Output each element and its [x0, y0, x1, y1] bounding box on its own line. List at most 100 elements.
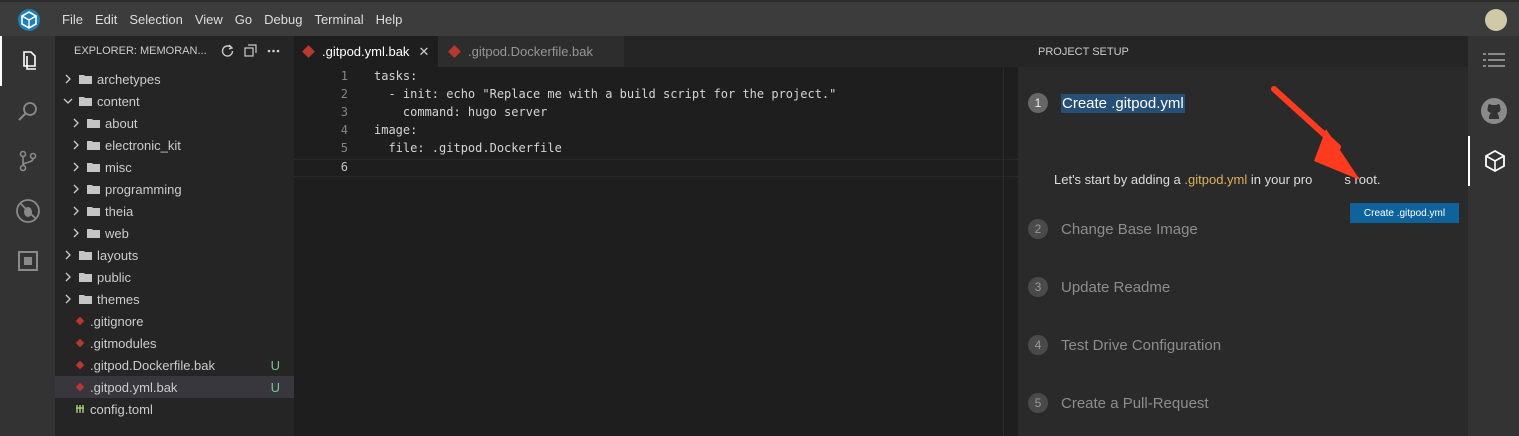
debug-icon[interactable] [0, 186, 55, 236]
editor-area: .gitpod.yml.bak ✕ .gitpod.Dockerfile.bak… [294, 36, 1018, 436]
tree-item[interactable]: .gitpod.Dockerfile.bak U [55, 354, 294, 376]
create-gitpod-yml-button[interactable]: Create .gitpod.yml [1350, 203, 1459, 223]
collapse-all-icon[interactable] [244, 44, 257, 57]
step-number: 1 [1028, 93, 1048, 113]
git-file-icon [75, 360, 85, 370]
git-file-icon [75, 382, 85, 392]
menu-item-selection[interactable]: Selection [123, 12, 188, 27]
step-change-base-image[interactable]: 2 Change Base Image [1028, 219, 1198, 239]
code-line: 6 [294, 159, 1018, 177]
git-status-badge: U [270, 379, 280, 395]
tree-item-label: about [105, 115, 138, 131]
menu-item-view[interactable]: View [189, 12, 229, 27]
step-title: Create a Pull-Request [1061, 394, 1209, 412]
line-number: 3 [340, 105, 348, 119]
github-icon[interactable] [1468, 86, 1519, 136]
tree-item-label: archetypes [97, 71, 161, 87]
tree-item[interactable]: layouts [55, 244, 294, 266]
tree-item-label: config.toml [90, 401, 153, 417]
folder-icon [79, 251, 92, 260]
tree-item[interactable]: .gitpod.yml.bak U [55, 376, 294, 398]
line-number: 5 [340, 141, 348, 155]
files-icon[interactable] [0, 36, 55, 86]
tree-item-label: .gitignore [90, 313, 144, 329]
menu-item-edit[interactable]: Edit [89, 12, 123, 27]
menu-item-file[interactable]: File [56, 12, 89, 27]
step-title: Test Drive Configuration [1061, 336, 1222, 354]
gitpod-logo-icon[interactable] [17, 8, 41, 32]
step-update-readme[interactable]: 3 Update Readme [1028, 277, 1170, 297]
chevron-right-icon [65, 250, 71, 260]
chevron-right-icon [65, 294, 71, 304]
tree-item-label: theia [105, 203, 134, 219]
step-create-gitpod-yml[interactable]: 1 Create .gitpod.yml [1028, 93, 1185, 113]
line-number: 4 [340, 123, 348, 137]
menu-item-debug[interactable]: Debug [258, 12, 308, 27]
tab-label: .gitpod.yml.bak [322, 44, 410, 59]
tree-item-label: layouts [97, 247, 139, 263]
tree-item-label: .gitpod.Dockerfile.bak [90, 357, 216, 373]
chevron-right-icon [73, 140, 79, 150]
tree-item-label: themes [97, 291, 140, 307]
tree-item[interactable]: .gitignore [55, 310, 294, 332]
tree-item-label: electronic_kit [105, 137, 181, 153]
tree-item[interactable]: public [55, 266, 294, 288]
tree-item[interactable]: theia [55, 200, 294, 222]
outline-icon[interactable] [1468, 36, 1519, 86]
settings-file-icon [76, 405, 84, 413]
git-file-icon [448, 45, 461, 58]
tree-item[interactable]: programming [55, 178, 294, 200]
folder-icon [87, 229, 100, 238]
tree-item[interactable]: misc [55, 156, 294, 178]
tree-item[interactable]: .gitmodules [55, 332, 294, 354]
project-setup-panel: PROJECT SETUP 1 Create .gitpod.yml Let's… [1018, 36, 1468, 436]
tree-item[interactable]: about [55, 112, 294, 134]
folder-icon [87, 207, 100, 216]
panel-title: PROJECT SETUP [1038, 46, 1129, 58]
tree-item[interactable]: config.toml [55, 398, 294, 420]
tree-item[interactable]: web [55, 222, 294, 244]
activity-bar [0, 36, 55, 436]
tree-item-label: programming [105, 181, 182, 197]
tree-item-label: misc [105, 159, 132, 175]
code-text: image: [374, 123, 418, 137]
search-icon[interactable] [0, 86, 55, 136]
tree-item[interactable]: electronic_kit [55, 134, 294, 156]
editor-scrollbar[interactable] [1003, 67, 1018, 436]
extensions-icon[interactable] [0, 236, 55, 286]
tab-gitpod-dockerfile-bak[interactable]: .gitpod.Dockerfile.bak [438, 36, 624, 67]
tree-item[interactable]: themes [55, 288, 294, 310]
menu-item-help[interactable]: Help [370, 12, 409, 27]
folder-icon [79, 295, 92, 304]
step-number: 3 [1028, 277, 1048, 297]
code-line: 2 - init: echo "Replace me with a build … [294, 87, 1018, 105]
step-title: Change Base Image [1061, 220, 1198, 238]
close-icon[interactable]: ✕ [418, 44, 429, 60]
right-activity-bar [1468, 36, 1519, 436]
step-test-drive-configuration[interactable]: 4 Test Drive Configuration [1028, 335, 1221, 355]
refresh-icon[interactable] [221, 44, 234, 57]
code-line: 1 tasks: [294, 69, 1018, 87]
folder-icon [79, 75, 92, 84]
menu-item-go[interactable]: Go [229, 12, 258, 27]
annotation-arrow-icon [1271, 86, 1360, 180]
tab-gitpod-yml-bak[interactable]: .gitpod.yml.bak ✕ [294, 36, 438, 67]
tree-item[interactable]: archetypes [55, 68, 294, 90]
setup-steps: 1 Create .gitpod.yml Let's start by addi… [1018, 67, 1468, 436]
chevron-right-icon [73, 118, 79, 128]
menu-bar: File Edit Selection View Go Debug Terminal Help [0, 0, 1519, 36]
source-control-icon[interactable] [0, 136, 55, 186]
step-create-pull-request[interactable]: 5 Create a Pull-Request [1028, 393, 1209, 413]
code-text: - init: echo "Replace me with a build sc… [374, 87, 837, 101]
avatar[interactable] [1485, 9, 1507, 31]
tab-bar: .gitpod.yml.bak ✕ .gitpod.Dockerfile.bak [294, 36, 1018, 67]
step-number: 2 [1028, 219, 1048, 239]
code-text: command: hugo server [374, 105, 548, 119]
tree-item[interactable]: content [55, 90, 294, 112]
gitpod-icon[interactable] [1468, 136, 1519, 186]
menu: File Edit Selection View Go Debug Terminal Help [56, 2, 408, 36]
more-icon[interactable] [267, 44, 280, 57]
menu-item-terminal[interactable]: Terminal [308, 12, 369, 27]
step-number: 4 [1028, 335, 1048, 355]
explorer-panel: EXPLORER: MEMORAN... archetypes content ab… [55, 36, 294, 436]
